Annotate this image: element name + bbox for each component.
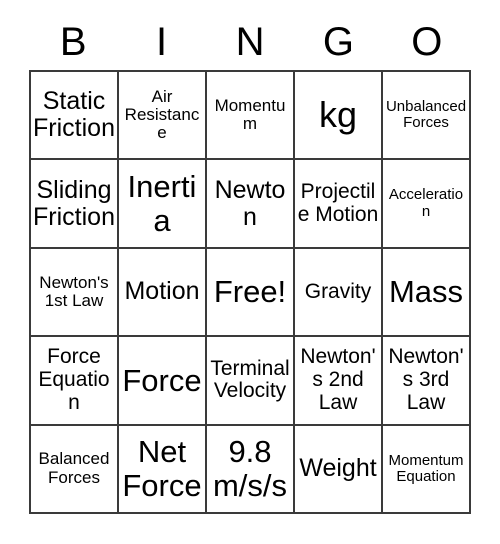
bingo-square-r2c3[interactable]: Newton <box>207 160 295 249</box>
bingo-square-label: Newton <box>214 175 286 231</box>
bingo-square-label: Newton's 2nd Law <box>300 345 376 414</box>
bingo-grid: Static Friction Air Resistance Momentum kg U… <box>29 70 471 514</box>
bingo-square-label: kg <box>318 93 358 135</box>
bingo-header-letter-g: G <box>322 20 354 64</box>
bingo-square-r4c4[interactable]: Newton's 2nd Law <box>295 337 383 426</box>
bingo-square-label: Static Friction <box>33 87 115 143</box>
bingo-square-label: Momentum <box>214 95 286 134</box>
bingo-header-letter-b: B <box>59 20 87 64</box>
bingo-header-letter-o: O <box>411 20 443 64</box>
bingo-square-label: 9.8 m/s/s <box>212 434 288 503</box>
bingo-square-r4c2[interactable]: Force <box>119 337 207 426</box>
bingo-square-label: Force Equation <box>38 345 110 414</box>
bingo-square-r2c1[interactable]: Sliding Friction <box>31 160 119 249</box>
bingo-square-r4c5[interactable]: Newton's 3rd Law <box>383 337 471 426</box>
bingo-header-row: BINGO <box>29 14 471 70</box>
bingo-square-label: Sliding Friction <box>33 175 115 231</box>
bingo-square-label: Inertia <box>127 169 197 238</box>
bingo-square-r2c5[interactable]: Acceleration <box>383 160 471 249</box>
bingo-free-space[interactable]: Free! <box>207 248 295 338</box>
bingo-square-r3c5[interactable]: Mass <box>383 248 471 338</box>
bingo-square-r1c2[interactable]: Air Resistance <box>119 72 207 161</box>
bingo-header-letter-n: N <box>235 20 265 64</box>
bingo-square-label: Terminal Velocity <box>210 356 290 403</box>
bingo-square-r5c3[interactable]: 9.8 m/s/s <box>207 425 295 514</box>
bingo-square-r4c1[interactable]: Force Equation <box>31 337 119 426</box>
bingo-square-label: Acceleration <box>388 186 464 220</box>
bingo-square-r1c1[interactable]: Static Friction <box>31 72 119 161</box>
bingo-square-label: Mass <box>388 274 464 310</box>
bingo-square-r5c5[interactable]: Momentum Equation <box>383 425 471 514</box>
bingo-square-label: Newton's 1st Law <box>39 272 109 310</box>
bingo-square-label: Net Force <box>122 434 202 503</box>
bingo-square-label: Balanced Forces <box>38 449 110 487</box>
bingo-header-letter-i: I <box>156 20 168 64</box>
bingo-square-label: Newton's 3rd Law <box>388 345 464 414</box>
bingo-square-r3c1[interactable]: Newton's 1st Law <box>31 248 119 338</box>
bingo-square-label: Free! <box>213 274 287 310</box>
bingo-square-r1c3[interactable]: Momentum <box>207 72 295 161</box>
bingo-square-r3c2[interactable]: Motion <box>119 248 207 338</box>
bingo-square-r5c2[interactable]: Net Force <box>119 425 207 514</box>
bingo-square-label: Momentum Equation <box>388 451 464 485</box>
bingo-square-r1c4[interactable]: kg <box>295 72 383 161</box>
bingo-square-label: Weight <box>299 454 377 483</box>
bingo-square-label: Gravity <box>304 279 372 303</box>
bingo-square-label: Projectile Motion <box>297 179 379 226</box>
bingo-card: B I N G O Static Friction Air Resistance Momen… <box>0 0 500 544</box>
bingo-square-label: Unbalanced Forces <box>385 98 467 132</box>
bingo-square-r5c1[interactable]: Balanced Forces <box>31 425 119 514</box>
bingo-square-r2c2[interactable]: Inertia <box>119 160 207 249</box>
bingo-square-label: Motion <box>124 277 200 306</box>
bingo-square-label: Force <box>122 362 202 398</box>
bingo-square-label: Air Resistance <box>124 86 200 143</box>
bingo-square-r5c4[interactable]: Weight <box>295 425 383 514</box>
bingo-square-r4c3[interactable]: Terminal Velocity <box>207 337 295 426</box>
bingo-square-r1c5[interactable]: Unbalanced Forces <box>383 72 471 161</box>
bingo-square-r3c4[interactable]: Gravity <box>295 248 383 338</box>
bingo-square-r2c4[interactable]: Projectile Motion <box>295 160 383 249</box>
